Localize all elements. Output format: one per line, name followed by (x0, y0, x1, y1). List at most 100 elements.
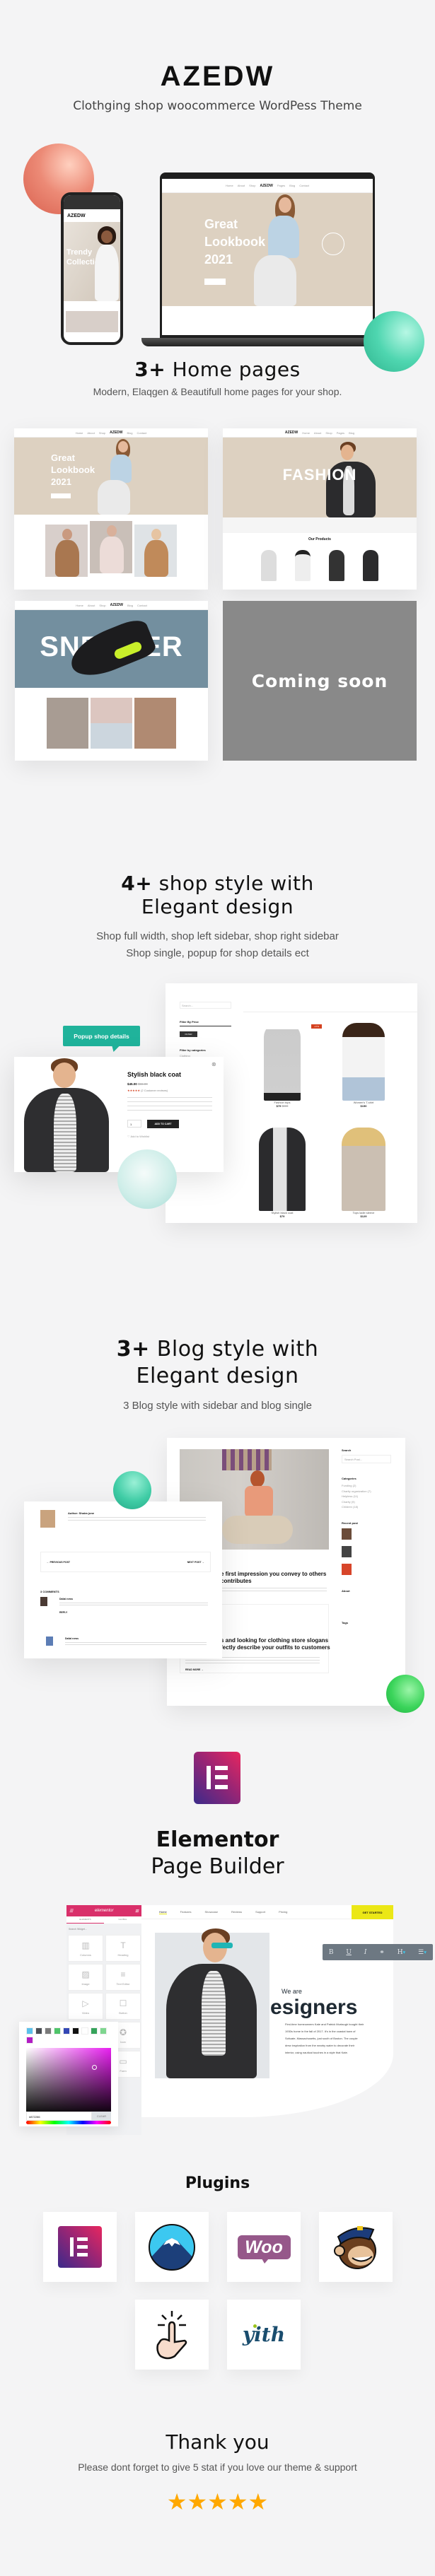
shop-search-input[interactable]: Search... (180, 1002, 231, 1009)
tab-global[interactable]: GLOBAL (104, 1916, 141, 1924)
widget-text-editor[interactable]: ≡ Text Editor (105, 1964, 141, 1991)
italic-icon[interactable]: I (364, 1949, 367, 1956)
hero-image (155, 1928, 269, 2078)
close-icon[interactable]: ⊗ (211, 1061, 216, 1067)
nav-showcase[interactable]: Showcase (204, 1910, 217, 1914)
grid-icon[interactable]: ⊞ (135, 1909, 139, 1914)
clear-button[interactable]: CLEAR (92, 2112, 111, 2121)
bold-icon[interactable]: B (329, 1949, 334, 1956)
add-to-wishlist-link[interactable]: ♡ Add to Wishlist (127, 1135, 149, 1138)
heading-icon[interactable]: H▾ (398, 1949, 406, 1956)
color-swatch[interactable] (45, 2027, 52, 2035)
post-title-cont[interactable]: fectly describe your outfits to customer… (221, 1644, 330, 1651)
designers-headline[interactable]: esigners (270, 1996, 357, 2020)
color-swatch[interactable] (91, 2027, 98, 2035)
star-icon: ★ (166, 2489, 187, 2514)
rating-stars: ★★★★★ (0, 2490, 435, 2513)
model-photo (247, 194, 311, 306)
product-card[interactable]: Women's T-shirt $150 (339, 1023, 388, 1108)
product-price: $45.00 (127, 1082, 137, 1086)
widget-search-input[interactable]: Search Widget... (66, 1924, 141, 1935)
color-swatch[interactable] (26, 2037, 33, 2044)
plugin-tile-kirki (135, 2212, 209, 2282)
post-title[interactable]: e first impression you convey to others (221, 1571, 326, 1578)
link-icon[interactable]: ⚭ (379, 1949, 385, 1956)
plugin-tile-yith: yith (227, 2300, 301, 2370)
widget-heading[interactable]: T Heading (105, 1935, 141, 1962)
demo-card-home-1[interactable]: Home About Shop AZEDW Blog Contact Great Look… (14, 428, 208, 590)
coming-soon-label: Coming soon (251, 670, 388, 691)
quantity-stepper[interactable]: 1 (127, 1120, 141, 1128)
menu-icon[interactable]: ☰ (69, 1909, 73, 1914)
blog-single-mockup: Author: Shaira jone ← PREVIOUS POST NEXT … (24, 1501, 222, 1658)
post-title[interactable]: s and looking for clothing store slogans (221, 1637, 330, 1644)
product-old-price: $55.00 (138, 1082, 148, 1086)
kirki-icon (149, 2223, 195, 2271)
blog-search-input[interactable]: Search Post... (342, 1455, 391, 1463)
reply-link[interactable]: REPLY (59, 1611, 67, 1614)
tags-heading: Tags (342, 1621, 349, 1624)
color-picker (19, 2022, 118, 2126)
widget-video[interactable]: ▷ Video (68, 1993, 103, 2020)
recent-posts-heading: Recent post (342, 1521, 358, 1525)
next-post-link[interactable]: NEXT POST → (187, 1561, 204, 1564)
body-text: First-time homeowners Kate and Patrick M… (285, 2022, 364, 2054)
author-name: Author: Shaira jone (68, 1511, 95, 1515)
post-title-cont[interactable]: contributes (221, 1578, 326, 1585)
we-are-text: We are (282, 1988, 302, 1995)
color-swatch[interactable] (81, 2027, 88, 2035)
hex-input[interactable]: #872286 (26, 2112, 92, 2121)
color-swatch[interactable] (63, 2027, 70, 2035)
tab-elements[interactable]: ELEMENTS (66, 1916, 104, 1924)
woocommerce-icon: Woo (237, 2235, 291, 2264)
filter-categories-label: Filter by categories (180, 1048, 206, 1052)
color-swatch[interactable] (26, 2027, 33, 2035)
decorative-sphere-pearl (117, 1149, 177, 1209)
read-more-link[interactable]: READ MORE → (185, 1668, 204, 1671)
demo-card-home-3[interactable]: HomeAboutShopAZEDWBlogContact SNEAKER (15, 601, 208, 761)
widget-image[interactable]: ▨ Image (68, 1964, 103, 1991)
product-card[interactable]: Tops ladie sleeve $129 (339, 1128, 388, 1219)
color-swatch[interactable] (100, 2027, 107, 2035)
color-swatch[interactable] (72, 2027, 79, 2035)
color-swatch[interactable] (54, 2027, 61, 2035)
laptop-base (141, 338, 375, 346)
shop-title: 4+ shop style with Elegant design (121, 872, 314, 918)
underline-icon[interactable]: U (346, 1949, 352, 1956)
previous-post-link[interactable]: ← PREVIOUS POST (47, 1561, 70, 1564)
review-count[interactable]: (2 Customer reviews) (141, 1089, 168, 1092)
phone-mockup: AZEDW Trendy Collection (61, 192, 123, 345)
saturation-picker[interactable] (26, 2048, 111, 2117)
nav-home[interactable]: Home (159, 1910, 167, 1914)
add-to-cart-button[interactable]: ADD TO CART (147, 1120, 179, 1128)
product-card[interactable]: Fashion tops $79 $109 (257, 1023, 307, 1108)
plugins-title: Plugins (185, 2174, 250, 2192)
nav-reviews[interactable]: Reviews (231, 1910, 242, 1914)
nav-support[interactable]: Support (255, 1910, 265, 1914)
blog-title: 3+ Blog style with Elegant design (116, 1337, 319, 1388)
home-pages-title: 3+ Home pages (134, 358, 301, 381)
nav-features[interactable]: Features (180, 1910, 192, 1914)
nav-pricing[interactable]: Pricing (279, 1910, 287, 1914)
page-canvas: Home Features Showcase Reviews Support Pricin… (141, 1905, 393, 2117)
star-icon: ★ (248, 2489, 269, 2514)
star-icon: ★ (187, 2489, 208, 2514)
list-icon[interactable]: ☰▾ (418, 1949, 427, 1956)
hex-input-row: #872286 CLEAR (26, 2112, 111, 2121)
categories-heading: Categories (342, 1477, 356, 1480)
product-card[interactable]: Stylish black coat $79 (257, 1128, 307, 1219)
sidebar-search-label: Search (342, 1448, 352, 1452)
commenter-name: Dalial news (65, 1637, 79, 1640)
hue-slider[interactable] (26, 2121, 111, 2124)
yith-icon: yith (242, 2323, 286, 2346)
color-swatch[interactable] (35, 2027, 42, 2035)
elementor-title: Elementor Page Builder (151, 1827, 284, 1879)
thank-you-subtitle: Please dont forget to give 5 stat if you… (78, 2461, 357, 2473)
widget-columns[interactable]: ▥ Columns (68, 1935, 103, 1962)
filter-button[interactable]: FILTER (180, 1031, 197, 1037)
plugin-tile-one-click-demo-import (135, 2300, 209, 2370)
mailchimp-icon (334, 2225, 376, 2269)
widget-button[interactable]: ☐ Button (105, 1993, 141, 2020)
demo-card-home-2[interactable]: AZEDW Home About Shop Pages Blog FASHION Our … (223, 428, 417, 590)
get-started-button[interactable]: GET STARTED (352, 1905, 393, 1919)
